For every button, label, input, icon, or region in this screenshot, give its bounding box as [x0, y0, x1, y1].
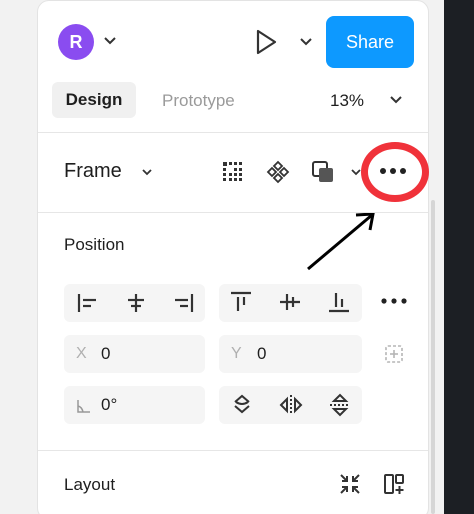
share-button[interactable]: Share: [326, 16, 414, 68]
align-horizontal-center-icon[interactable]: [124, 292, 148, 314]
avatar-chevron-down-icon[interactable]: [103, 36, 117, 46]
align-vertical-center-icon[interactable]: [278, 290, 302, 314]
divider: [38, 212, 428, 213]
frame-chevron-down-icon[interactable]: [141, 168, 153, 177]
grid-icon[interactable]: [222, 161, 244, 183]
flip-vertical-icon[interactable]: [327, 392, 353, 418]
highlight-circle: [361, 142, 429, 202]
x-label: X: [76, 345, 87, 362]
x-value[interactable]: 0: [101, 344, 110, 364]
window-edge: [444, 0, 474, 514]
divider: [38, 132, 428, 133]
align-right-icon[interactable]: [171, 292, 195, 314]
play-chevron-down-icon[interactable]: [299, 37, 313, 47]
tab-prototype[interactable]: Prototype: [162, 91, 235, 111]
align-bottom-icon[interactable]: [327, 290, 351, 314]
avatar[interactable]: R: [58, 24, 94, 60]
zoom-chevron-down-icon[interactable]: [389, 95, 403, 105]
rotation-value[interactable]: 0°: [101, 395, 117, 415]
add-layout-icon[interactable]: [382, 472, 406, 496]
arrow-annotation: [307, 212, 375, 271]
constraints-icon[interactable]: [382, 342, 406, 366]
auto-layout-collapse-icon[interactable]: [338, 472, 362, 496]
rotate-90-icon[interactable]: [229, 392, 255, 418]
scrollbar[interactable]: [431, 200, 435, 514]
align-left-icon[interactable]: [76, 292, 100, 314]
play-icon[interactable]: [253, 28, 279, 56]
flip-horizontal-icon[interactable]: [278, 392, 304, 418]
position-title: Position: [64, 235, 125, 254]
boolean-icon[interactable]: [311, 160, 335, 184]
more-align-icon[interactable]: [380, 296, 408, 306]
y-value[interactable]: 0: [257, 344, 266, 364]
y-label: Y: [231, 345, 242, 362]
zoom-level[interactable]: 13%: [330, 91, 364, 111]
divider: [38, 450, 428, 451]
y-field[interactable]: Y 0: [219, 335, 362, 373]
layout-title: Layout: [64, 475, 116, 494]
rotation-field[interactable]: 0°: [64, 386, 205, 424]
frame-label[interactable]: Frame: [64, 160, 122, 183]
x-field[interactable]: X 0: [64, 335, 205, 373]
component-icon[interactable]: [266, 160, 290, 184]
tab-design[interactable]: Design: [52, 82, 136, 118]
align-top-icon[interactable]: [229, 290, 253, 314]
rotation-icon: [77, 400, 90, 413]
